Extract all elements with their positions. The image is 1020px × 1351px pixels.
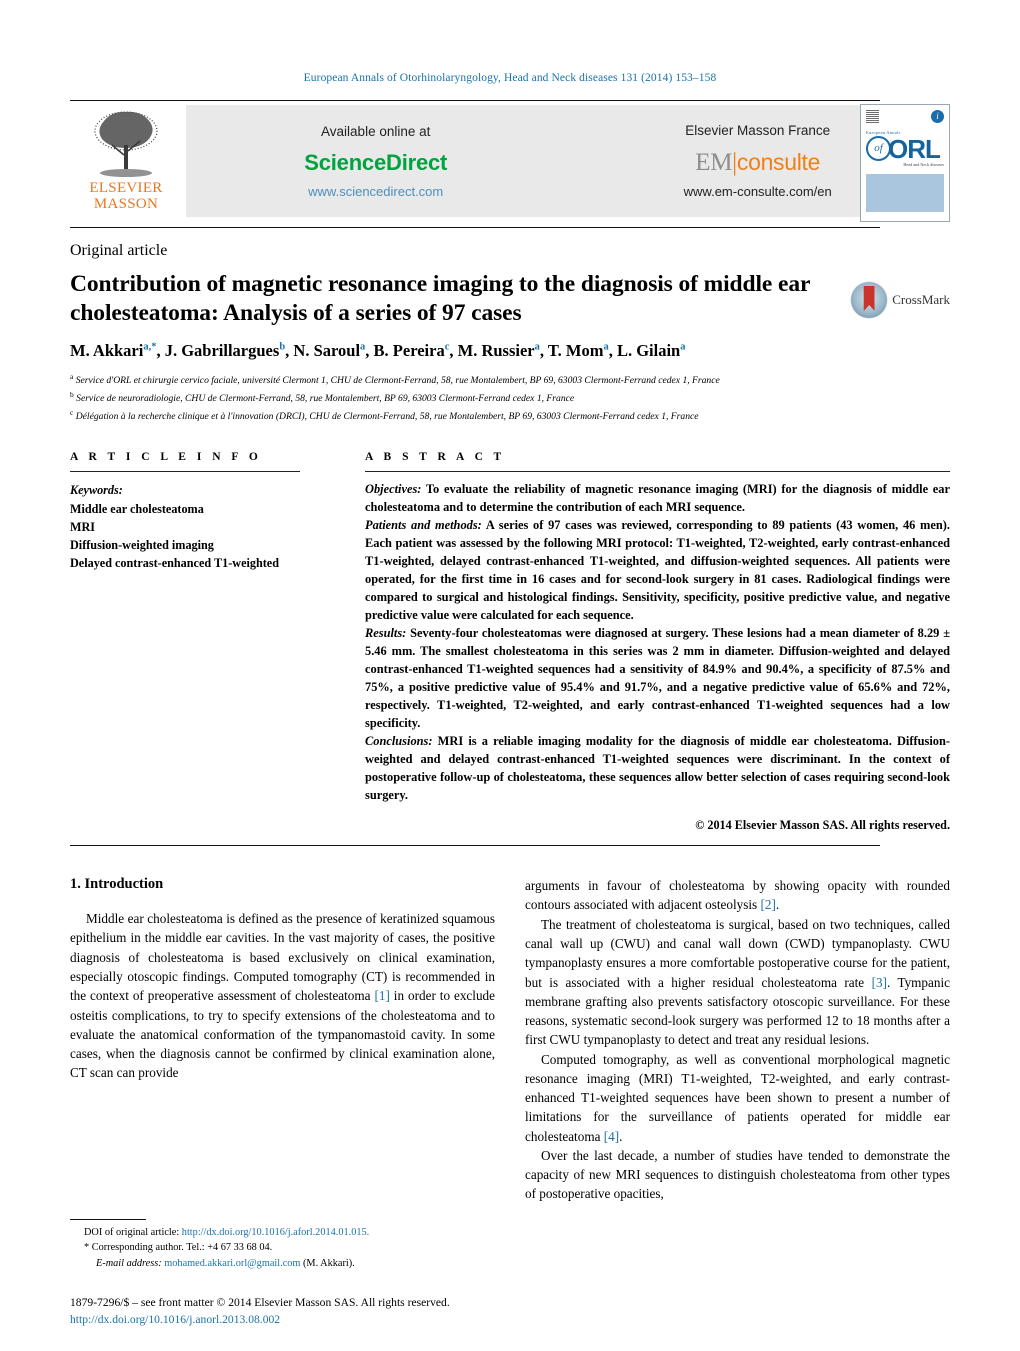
cover-orl-text: ORL <box>888 133 941 164</box>
abstract-methods: Patients and methods: A series of 97 cas… <box>365 517 950 625</box>
body-paragraph: Computed tomography, as well as conventi… <box>525 1051 950 1144</box>
abstract-copyright: © 2014 Elsevier Masson SAS. All rights r… <box>695 818 950 833</box>
abstract-objectives: Objectives: To evaluate the reliability … <box>365 481 950 517</box>
elsevier-wordmark: ELSEVIER MASSON <box>89 180 163 213</box>
footnote-doi: DOI of original article: http://dx.doi.o… <box>70 1225 495 1240</box>
article-info-heading: A R T I C L E I N F O <box>70 451 262 464</box>
body-right-column: arguments in favour of cholesteatoma by … <box>525 876 950 1204</box>
abstract-conclusions-label: Conclusions: <box>365 734 433 749</box>
emconsulte-logo: EM|consulte <box>684 149 832 177</box>
article-info-column: A R T I C L E I N F O Keywords: Middle e… <box>70 451 355 833</box>
sciencedirect-logo: ScienceDirect <box>304 149 448 175</box>
keyword-item: MRI <box>70 519 96 534</box>
corresponding-marker: * <box>84 1242 90 1254</box>
cover-info-badge-icon: i <box>931 110 944 123</box>
page-title: Contribution of magnetic resonance imagi… <box>70 271 810 326</box>
crossmark-icon <box>851 282 888 318</box>
body-left-column: 1. Introduction Middle ear cholesteatoma… <box>70 876 495 1204</box>
affiliation-item: b Service de neuroradiologie, CHU de Cle… <box>70 390 575 405</box>
info-abstract-section: A R T I C L E I N F O Keywords: Middle e… <box>70 451 950 833</box>
body-paragraph: arguments in favour of cholesteatoma by … <box>525 878 950 913</box>
abstract-methods-text: A series of 97 cases was reviewed, corre… <box>365 518 950 623</box>
masthead: ELSEVIER MASSON Available online at Scie… <box>70 101 950 223</box>
author-list: M. Akkaria,*, J. Gabrillarguesb, N. Saro… <box>70 341 686 361</box>
footnotes: DOI of original article: http://dx.doi.o… <box>70 1218 495 1271</box>
elsevier-tree-icon <box>84 107 168 181</box>
body-paragraph: Over the last decade, a number of studie… <box>525 1147 950 1202</box>
body-paragraph: The treatment of cholesteatoma is surgic… <box>525 916 950 1048</box>
abstract-objectives-label: Objectives: <box>365 482 422 497</box>
cover-subtitle: Head and Neck diseases <box>903 162 944 167</box>
doi-bottom-link[interactable]: http://dx.doi.org/10.1016/j.anorl.2013.0… <box>70 1312 530 1329</box>
abstract-objectives-text: To evaluate the reliability of magnetic … <box>365 482 950 515</box>
abstract-results-label: Results: <box>365 626 407 641</box>
footnote-divider <box>70 1218 146 1220</box>
issn-block: 1879-7296/$ – see front matter © 2014 El… <box>70 1295 530 1329</box>
corresponding-text: Corresponding author. Tel.: +4 67 33 68 … <box>91 1242 273 1254</box>
available-online-label: Available online at <box>321 123 431 139</box>
emconsulte-url[interactable]: www.em-consulte.com/en <box>684 184 832 199</box>
body-columns: 1. Introduction Middle ear cholesteatoma… <box>70 876 950 1204</box>
affiliation-item: c Délégation à la recherche clinique et … <box>70 408 699 423</box>
masthead-band: Available online at ScienceDirect www.sc… <box>186 105 950 217</box>
abstract-results-text: Seventy-four cholesteatomas were diagnos… <box>365 626 950 731</box>
doi-link[interactable]: http://dx.doi.org/10.1016/j.aforl.2014.0… <box>182 1227 369 1238</box>
elsevier-masson-france-label: Elsevier Masson France <box>685 123 831 138</box>
keywords-block: Keywords: Middle ear cholesteatoma MRI D… <box>70 481 337 571</box>
abstract-conclusions: Conclusions: MRI is a reliable imaging m… <box>365 733 950 805</box>
masthead-divider <box>70 227 880 228</box>
footnote-corresponding-author: * Corresponding author. Tel.: +4 67 33 6… <box>70 1240 495 1271</box>
email-suffix: (M. Akkari). <box>303 1257 355 1269</box>
section-heading-introduction: 1. Introduction <box>70 876 164 893</box>
cover-orl-logo: of ORL <box>866 133 944 164</box>
sciencedirect-block: Available online at ScienceDirect www.sc… <box>294 124 457 199</box>
keyword-item: Delayed contrast-enhanced T1-weighted <box>70 555 279 570</box>
consulte-word: consulte <box>736 149 821 175</box>
abstract-methods-label: Patients and methods: <box>365 518 482 533</box>
crossmark-label: CrossMark <box>892 292 950 307</box>
masson-word: MASSON <box>93 195 159 212</box>
article-page: European Annals of Otorhinolaryngology, … <box>0 0 1020 1351</box>
emconsulte-block: Elsevier Masson France EM|consulte www.e… <box>674 123 842 199</box>
email-label: E-mail address: <box>96 1257 162 1269</box>
elsevier-word: ELSEVIER <box>89 180 163 196</box>
body-paragraph: Middle ear cholesteatoma is defined as t… <box>70 911 495 1081</box>
keyword-item: Middle ear cholesteatoma <box>70 501 204 516</box>
abstract-divider <box>365 471 950 473</box>
affiliations: a Service d'ORL et chirurgie cervico fac… <box>70 371 900 425</box>
abstract-conclusions-text: MRI is a reliable imaging modality for t… <box>365 734 950 803</box>
abstract-results: Results: Seventy-four cholesteatomas wer… <box>365 625 950 733</box>
elsevier-masson-logo: ELSEVIER MASSON <box>70 101 182 223</box>
abstract-column: A B S T R A C T Objectives: To evaluate … <box>355 451 950 833</box>
email-link[interactable]: mohamed.akkari.orl@gmail.com <box>164 1258 300 1269</box>
journal-cover-thumbnail: i European Annals of ORL Head and Neck d… <box>860 104 950 222</box>
crossmark-badge[interactable]: CrossMark <box>851 282 950 318</box>
abstract-bottom-divider <box>70 845 880 847</box>
em-word: EM <box>695 149 733 176</box>
cover-top-row: i <box>866 110 944 123</box>
article-info-divider <box>70 471 300 473</box>
abstract-heading: A B S T R A C T <box>365 451 506 464</box>
issn-line: 1879-7296/$ – see front matter © 2014 El… <box>70 1296 450 1310</box>
cover-image-placeholder <box>866 174 944 212</box>
article-type-label: Original article <box>70 242 168 259</box>
doi-label: DOI of original article: <box>84 1226 180 1238</box>
journal-running-head: European Annals of Otorhinolaryngology, … <box>303 72 717 84</box>
keyword-item: Diffusion-weighted imaging <box>70 537 214 552</box>
keywords-label: Keywords: <box>70 483 123 498</box>
affiliation-item: a Service d'ORL et chirurgie cervico fac… <box>70 372 720 387</box>
sciencedirect-url[interactable]: www.sciencedirect.com <box>304 184 447 199</box>
cover-elsevier-icon <box>866 110 879 123</box>
